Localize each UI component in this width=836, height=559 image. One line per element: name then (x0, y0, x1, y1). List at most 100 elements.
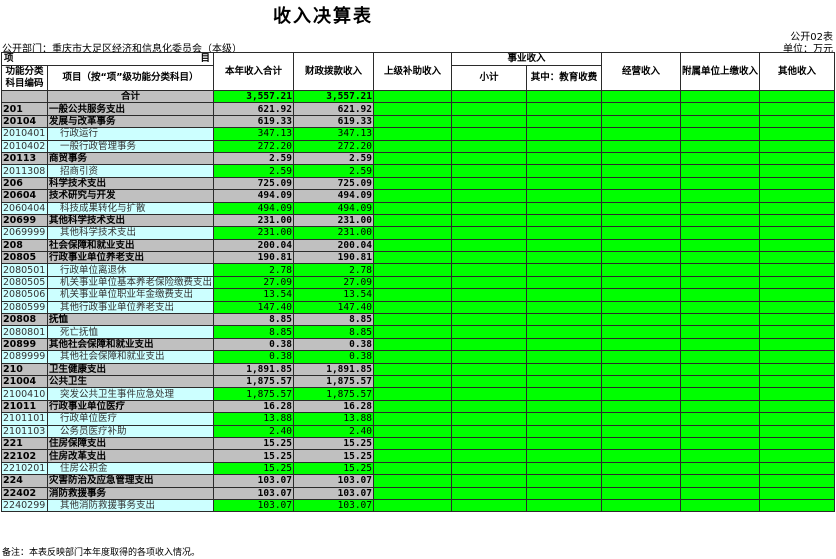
row-name: 行政事业单位医疗 (47, 399, 214, 414)
row-total-value: 15.25 (213, 436, 294, 451)
row-fiscal-value: 1,875.57 (293, 374, 374, 389)
table-row: 210 卫生健康支出 1,891.85 1,891.85 (1, 362, 836, 377)
empty-value-cell (601, 300, 682, 315)
row-code: 2080801 (1, 325, 48, 339)
row-name: 科学技术支出 (47, 176, 214, 191)
empty-value-cell (680, 498, 761, 513)
empty-value-cell (601, 139, 682, 153)
row-fiscal-value: 13.54 (293, 288, 374, 302)
empty-value-cell (451, 164, 527, 178)
row-name: 一般公共服务支出 (47, 102, 214, 116)
empty-value-cell (601, 325, 682, 339)
empty-value-cell (525, 164, 603, 178)
row-name: 行政运行 (47, 127, 214, 141)
row-name: 招商引资 (47, 164, 214, 178)
empty-value-cell (601, 436, 682, 451)
row-code (1, 89, 48, 104)
empty-value-cell (759, 275, 836, 290)
empty-value-cell (373, 89, 452, 104)
row-name: 科技成果转化与扩散 (47, 201, 214, 215)
empty-value-cell (759, 263, 836, 277)
empty-value-cell (451, 127, 527, 141)
row-total-value: 2.59 (213, 151, 294, 166)
table-row: 20805 行政事业单位养老支出 190.81 190.81 (1, 251, 836, 265)
table-row: 21011 行政事业单位医疗 16.28 16.28 (1, 399, 836, 414)
empty-value-cell (601, 201, 682, 215)
row-fiscal-value: 1,891.85 (293, 362, 374, 377)
table-row: 20104 发展与改革事务 619.33 619.33 (1, 114, 836, 129)
empty-value-cell (759, 449, 836, 463)
empty-value-cell (525, 176, 603, 191)
header-fiscal: 财政拨款收入 (293, 52, 374, 91)
row-fiscal-value: 272.20 (293, 139, 374, 153)
empty-value-cell (601, 151, 682, 166)
row-name: 合计 (47, 89, 214, 104)
row-code: 2010402 (1, 139, 48, 153)
row-code: 2080599 (1, 300, 48, 315)
empty-value-cell (373, 176, 452, 191)
empty-value-cell (759, 89, 836, 104)
table-row: 2210201 住房公积金 15.25 15.25 (1, 461, 836, 476)
empty-value-cell (680, 449, 761, 463)
table-row: 2010401 行政运行 347.13 347.13 (1, 127, 836, 141)
empty-value-cell (525, 102, 603, 116)
empty-value-cell (680, 102, 761, 116)
row-name: 其他科学技术支出 (47, 213, 214, 228)
empty-value-cell (373, 189, 452, 203)
empty-value-cell (451, 337, 527, 352)
row-name: 一般行政管理事务 (47, 139, 214, 153)
empty-value-cell (680, 189, 761, 203)
row-name: 其他消防救援事务支出 (47, 498, 214, 513)
row-total-value: 8.85 (213, 313, 294, 327)
empty-value-cell (680, 139, 761, 153)
row-code: 208 (1, 238, 48, 253)
empty-value-cell (601, 213, 682, 228)
row-name: 社会保障和就业支出 (47, 238, 214, 253)
empty-value-cell (373, 387, 452, 401)
empty-value-cell (601, 424, 682, 438)
row-fiscal-value: 231.00 (293, 226, 374, 240)
empty-value-cell (373, 114, 452, 129)
empty-value-cell (373, 474, 452, 488)
empty-value-cell (680, 300, 761, 315)
row-code: 20808 (1, 313, 48, 327)
row-name: 灾害防治及应急管理支出 (47, 474, 214, 488)
empty-value-cell (451, 399, 527, 414)
table-row: 2080599 其他行政事业单位养老支出 147.40 147.40 (1, 300, 836, 315)
row-code: 2100410 (1, 387, 48, 401)
empty-value-cell (759, 139, 836, 153)
row-code: 2101103 (1, 424, 48, 438)
row-name: 突发公共卫生事件应急处理 (47, 387, 214, 401)
total-row: 合计 3,557.21 3,557.21 (1, 89, 836, 104)
row-fiscal-value: 8.85 (293, 325, 374, 339)
empty-value-cell (373, 412, 452, 426)
row-fiscal-value: 0.38 (293, 337, 374, 352)
empty-value-cell (601, 251, 682, 265)
row-code: 2080505 (1, 275, 48, 290)
row-fiscal-value: 347.13 (293, 127, 374, 141)
table-row: 221 住房保障支出 15.25 15.25 (1, 436, 836, 451)
empty-value-cell (373, 449, 452, 463)
table-row: 201 一般公共服务支出 621.92 621.92 (1, 102, 836, 116)
table-row: 2101103 公务员医疗补助 2.40 2.40 (1, 424, 836, 438)
empty-value-cell (680, 251, 761, 265)
header-item-corner: 目项 (1, 52, 214, 66)
empty-value-cell (759, 325, 836, 339)
header-business-sub: 小计 (451, 65, 527, 91)
empty-value-cell (525, 226, 603, 240)
empty-value-cell (451, 461, 527, 476)
empty-value-cell (373, 263, 452, 277)
footnote: 备注：本表反映部门本年度取得的各项收入情况。 (2, 548, 201, 558)
row-code: 20805 (1, 251, 48, 265)
header-item-left: 项 (4, 53, 14, 65)
row-code: 21004 (1, 374, 48, 389)
empty-value-cell (373, 164, 452, 178)
row-code: 20699 (1, 213, 48, 228)
empty-value-cell (373, 226, 452, 240)
empty-value-cell (759, 226, 836, 240)
empty-value-cell (451, 151, 527, 166)
table-row: 20899 其他社会保障和就业支出 0.38 0.38 (1, 337, 836, 352)
empty-value-cell (451, 412, 527, 426)
row-name: 行政单位医疗 (47, 412, 214, 426)
empty-value-cell (373, 350, 452, 364)
